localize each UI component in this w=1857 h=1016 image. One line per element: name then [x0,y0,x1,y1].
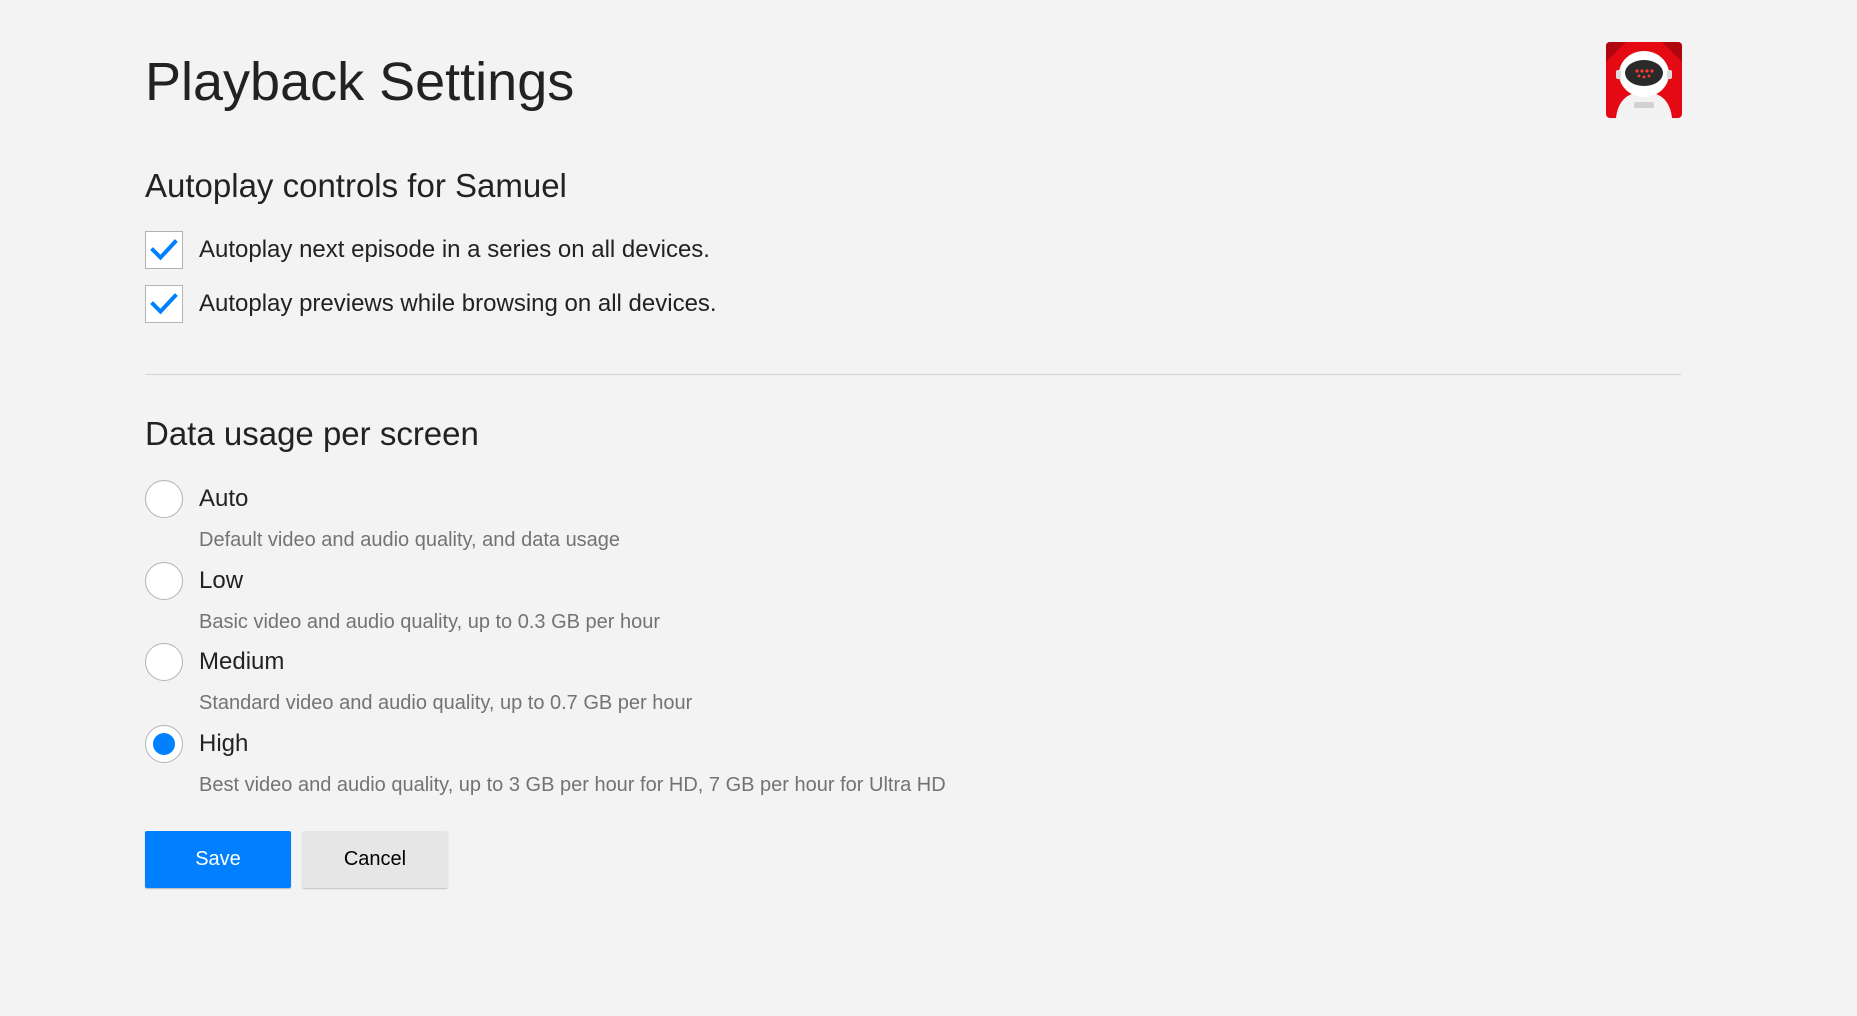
save-button[interactable]: Save [145,831,291,888]
checkbox-label: Autoplay next episode in a series on all… [199,236,710,263]
radio-description: Standard video and audio quality, up to … [199,692,693,714]
checkbox-box[interactable] [145,285,183,323]
radio-auto[interactable]: Auto [145,479,1145,519]
radio-button[interactable] [145,643,183,681]
data-usage-section-title: Data usage per screen [145,415,479,452]
radio-label: High [199,730,249,757]
radio-label: Medium [199,648,285,675]
data-usage-option-low: Low Basic video and audio quality, up to… [145,561,1145,634]
radio-label: Low [199,567,244,594]
radio-selected-dot [153,733,175,755]
autoplay-next-episode-checkbox[interactable]: Autoplay next episode in a series on all… [145,229,710,271]
checkbox-label: Autoplay previews while browsing on all … [199,290,717,317]
autoplay-section-title: Autoplay controls for Samuel [145,167,567,204]
radio-high[interactable]: High [145,724,1145,764]
radio-description: Best video and audio quality, up to 3 GB… [199,774,946,796]
robot-avatar-icon [1606,42,1682,118]
page-title: Playback Settings [145,52,575,112]
profile-avatar[interactable] [1606,42,1682,118]
radio-label: Auto [199,485,249,512]
radio-description: Default video and audio quality, and dat… [199,529,621,551]
radio-description: Basic video and audio quality, up to 0.3… [199,611,661,633]
radio-medium[interactable]: Medium [145,642,1145,682]
section-divider [145,374,1681,375]
radio-button[interactable] [145,562,183,600]
checkmark-icon [150,239,178,261]
data-usage-option-auto: Auto Default video and audio quality, an… [145,479,1145,552]
autoplay-previews-checkbox[interactable]: Autoplay previews while browsing on all … [145,283,717,325]
radio-button-selected[interactable] [145,725,183,763]
radio-button[interactable] [145,480,183,518]
checkbox-box[interactable] [145,231,183,269]
data-usage-option-medium: Medium Standard video and audio quality,… [145,642,1145,715]
radio-low[interactable]: Low [145,561,1145,601]
checkmark-icon [150,293,178,315]
data-usage-option-high: High Best video and audio quality, up to… [145,724,1145,797]
cancel-button[interactable]: Cancel [302,831,448,888]
